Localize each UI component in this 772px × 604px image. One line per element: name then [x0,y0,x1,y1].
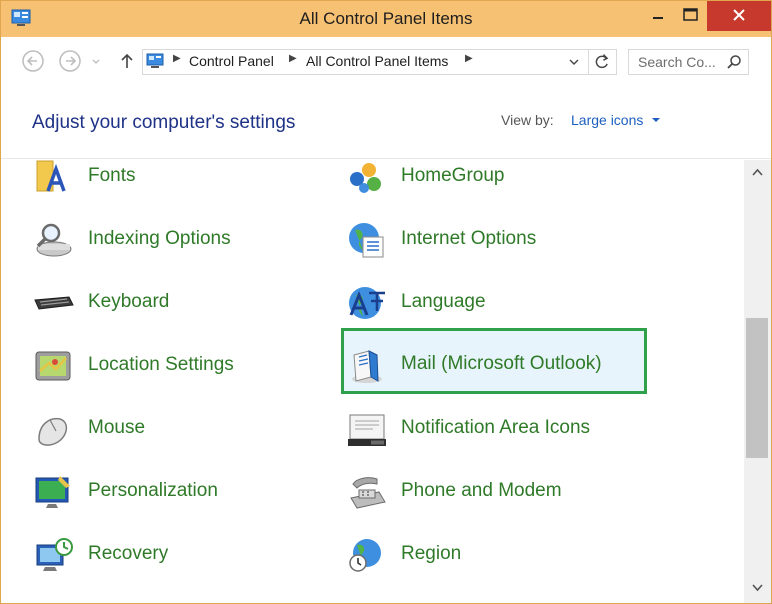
breadcrumb-separator[interactable]: ▶ [465,53,473,64]
items-list: Fonts Indexing Options Keyboard Location… [1,160,744,603]
view-by-label: View by: [501,112,554,128]
address-dropdown-icon[interactable] [567,56,581,68]
list-item-label: Phone and Modem [401,480,562,501]
list-item-label: HomeGroup [401,165,505,186]
title-bar[interactable]: All Control Panel Items [1,1,771,37]
control-panel-icon [146,53,164,68]
keyboard-icon [34,296,74,310]
phone-modem-icon [350,477,386,509]
list-item-region[interactable]: Region [347,523,653,583]
refresh-button[interactable] [589,49,617,75]
list-item-label: Internet Options [401,228,537,249]
list-item-internet-options[interactable]: Internet Options [347,208,653,268]
indexing-options-icon [36,223,72,257]
breadcrumb-control-panel[interactable]: Control Panel [189,53,274,69]
list-item-label: Personalization [88,480,218,501]
close-button[interactable] [707,1,771,31]
page-header: Adjust your computer's settings View by:… [1,85,771,159]
list-item-label: Recovery [88,543,169,564]
list-item-mail-selected[interactable]: Mail (Microsoft Outlook) [341,328,647,394]
minimize-button[interactable] [643,1,673,31]
address-bar: ▶ Control Panel ▶ All Control Panel Item… [1,37,771,85]
list-item-label: Region [401,543,462,564]
chevron-down-icon[interactable] [652,118,660,122]
breadcrumb[interactable]: ▶ Control Panel ▶ All Control Panel Item… [142,49,589,75]
list-item-label: Keyboard [88,291,170,312]
list-item-label: Mouse [88,417,146,438]
list-item-fonts[interactable]: Fonts [34,160,340,205]
homegroup-icon [350,163,381,193]
vertical-scrollbar[interactable] [744,160,771,603]
list-item-location-settings[interactable]: Location Settings [34,334,340,394]
list-item-label: Notification Area Icons [401,417,591,438]
breadcrumb-separator[interactable]: ▶ [289,53,297,64]
region-icon [349,539,381,572]
list-item-label: Indexing Options [88,228,231,249]
view-by-dropdown[interactable]: Large icons [571,112,643,128]
back-button[interactable] [21,49,45,73]
page-title: Adjust your computer's settings [32,112,296,133]
internet-options-icon [349,223,384,258]
notification-area-icon [348,414,386,446]
list-item-label: Mail (Microsoft Outlook) [401,353,602,374]
forward-button[interactable] [58,49,82,73]
list-item-label: Location Settings [88,354,234,375]
search-placeholder: Search Co... [638,54,716,70]
mouse-icon [38,417,68,446]
language-icon [349,287,385,319]
scroll-down-arrow-icon[interactable] [744,578,771,598]
list-item-keyboard[interactable]: Keyboard [34,271,340,331]
up-arrow-button[interactable] [115,49,139,73]
list-item-phone-and-modem[interactable]: Phone and Modem [347,460,653,520]
recovery-icon [36,538,73,571]
recent-locations-chevron-icon[interactable] [89,49,103,73]
mail-icon [352,350,382,383]
list-item-mouse[interactable]: Mouse [34,397,340,457]
personalization-icon [35,476,70,508]
search-input[interactable]: Search Co... [628,49,749,75]
scroll-up-arrow-icon[interactable] [744,162,771,182]
list-item-label: Fonts [88,165,136,186]
list-item-language[interactable]: Language [347,271,653,331]
fonts-icon [36,160,66,192]
list-item-notification-area-icons[interactable]: Notification Area Icons [347,397,653,457]
maximize-button[interactable] [675,1,705,31]
list-item-homegroup[interactable]: HomeGroup [347,160,653,205]
breadcrumb-all-items[interactable]: All Control Panel Items [306,53,448,69]
scrollbar-thumb[interactable] [746,318,768,458]
breadcrumb-separator[interactable]: ▶ [173,53,181,64]
search-icon[interactable] [726,54,742,70]
list-item-personalization[interactable]: Personalization [34,460,340,520]
control-panel-window: All Control Panel Items ▶ Control Panel … [0,0,772,604]
list-item-indexing-options[interactable]: Indexing Options [34,208,340,268]
list-item-recovery[interactable]: Recovery [34,523,340,583]
location-settings-icon [35,351,71,381]
list-item-label: Language [401,291,486,312]
